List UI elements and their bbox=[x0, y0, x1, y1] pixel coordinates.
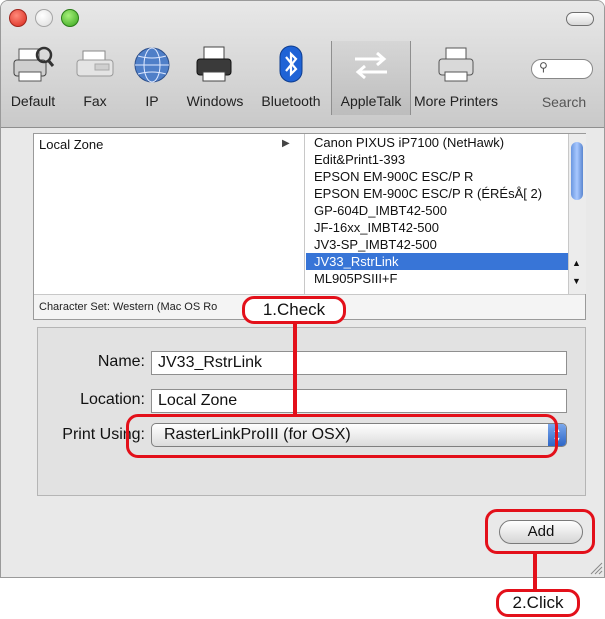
windows-printer-icon bbox=[196, 46, 232, 82]
toolbar: Default Fax IP Windows Bluetooth AppleTa… bbox=[1, 1, 604, 128]
printer-list-item-selected[interactable]: JV33_RstrLink bbox=[306, 253, 568, 270]
location-field[interactable]: Local Zone bbox=[151, 389, 567, 413]
appletalk-icon bbox=[355, 51, 387, 80]
printer-list-scrollbar[interactable]: ▲ ▼ bbox=[568, 134, 586, 294]
scroll-down-arrow-icon[interactable]: ▼ bbox=[572, 276, 581, 286]
toolbar-label: Fax bbox=[83, 93, 107, 109]
globe-icon bbox=[134, 47, 170, 83]
default-printer-icon bbox=[13, 46, 55, 82]
toolbar-default[interactable]: Default bbox=[1, 41, 65, 115]
click-highlight bbox=[485, 509, 595, 554]
check-connector bbox=[293, 318, 297, 415]
click-callout-label: 2.Click bbox=[496, 589, 580, 617]
toolbar-windows[interactable]: Windows bbox=[179, 41, 251, 115]
name-label: Name: bbox=[97, 353, 145, 370]
printer-list: Canon PIXUS iP7100 (NetHawk) Edit&Print1… bbox=[306, 134, 568, 294]
scrollbar-thumb[interactable] bbox=[571, 142, 583, 200]
add-printer-window: Default Fax IP Windows Bluetooth AppleTa… bbox=[0, 0, 605, 578]
toolbar-label: AppleTalk bbox=[340, 93, 402, 109]
toolbar-label: Bluetooth bbox=[261, 93, 321, 109]
printer-list-item[interactable]: JV3-SP_IMBT42-500 bbox=[306, 236, 568, 253]
fax-icon bbox=[76, 50, 114, 77]
toolbar-appletalk[interactable]: AppleTalk bbox=[331, 41, 411, 115]
toolbar-label: Windows bbox=[186, 93, 244, 109]
zoom-window-button[interactable] bbox=[61, 9, 79, 27]
check-callout-label: 1.Check bbox=[242, 296, 346, 324]
zone-column: Local Zone ▶ bbox=[34, 134, 305, 294]
scroll-up-arrow-icon[interactable]: ▲ bbox=[572, 258, 581, 268]
printer-list-item[interactable]: EPSON EM-900C ESC/P R (ÉRÉsÅ[ 2) bbox=[306, 185, 568, 202]
toolbar-ip[interactable]: IP bbox=[125, 41, 179, 115]
printer-list-item[interactable]: ML905PSIII+F bbox=[306, 270, 568, 287]
chevron-right-icon: ▶ bbox=[282, 138, 290, 149]
minimize-window-button[interactable] bbox=[35, 9, 53, 27]
zone-item[interactable]: Local Zone bbox=[39, 137, 103, 152]
resize-grip-icon[interactable] bbox=[589, 561, 603, 575]
toolbar-bluetooth[interactable]: Bluetooth bbox=[251, 41, 331, 115]
bluetooth-icon bbox=[279, 45, 303, 83]
check-highlight bbox=[126, 414, 558, 458]
search-label: Search bbox=[541, 94, 587, 110]
toolbar-label: More Printers bbox=[413, 93, 499, 109]
printer-list-item[interactable]: JF-16xx_IMBT42-500 bbox=[306, 219, 568, 236]
close-window-button[interactable] bbox=[9, 9, 27, 27]
toolbar-more-printers[interactable]: More Printers bbox=[409, 41, 503, 115]
printer-list-item[interactable]: Edit&Print1-393 bbox=[306, 151, 568, 168]
location-label: Location: bbox=[80, 391, 145, 408]
toolbar-toggle-button[interactable] bbox=[566, 12, 594, 26]
toolbar-fax[interactable]: Fax bbox=[65, 41, 125, 115]
printer-icon bbox=[438, 47, 474, 82]
printer-list-item[interactable]: Canon PIXUS iP7100 (NetHawk) bbox=[306, 134, 568, 151]
printer-list-item[interactable]: GP-604D_IMBT42-500 bbox=[306, 202, 568, 219]
search-icon: ⚲ bbox=[539, 60, 548, 74]
printer-list-item[interactable]: EPSON EM-900C ESC/P R bbox=[306, 168, 568, 185]
click-connector bbox=[533, 553, 537, 591]
toolbar-label: IP bbox=[145, 93, 159, 109]
toolbar-label: Default bbox=[10, 93, 56, 109]
search-field[interactable]: ⚲ bbox=[531, 59, 593, 79]
printer-browser: Local Zone ▶ Canon PIXUS iP7100 (NetHawk… bbox=[33, 133, 586, 320]
name-field[interactable]: JV33_RstrLink bbox=[151, 351, 567, 375]
